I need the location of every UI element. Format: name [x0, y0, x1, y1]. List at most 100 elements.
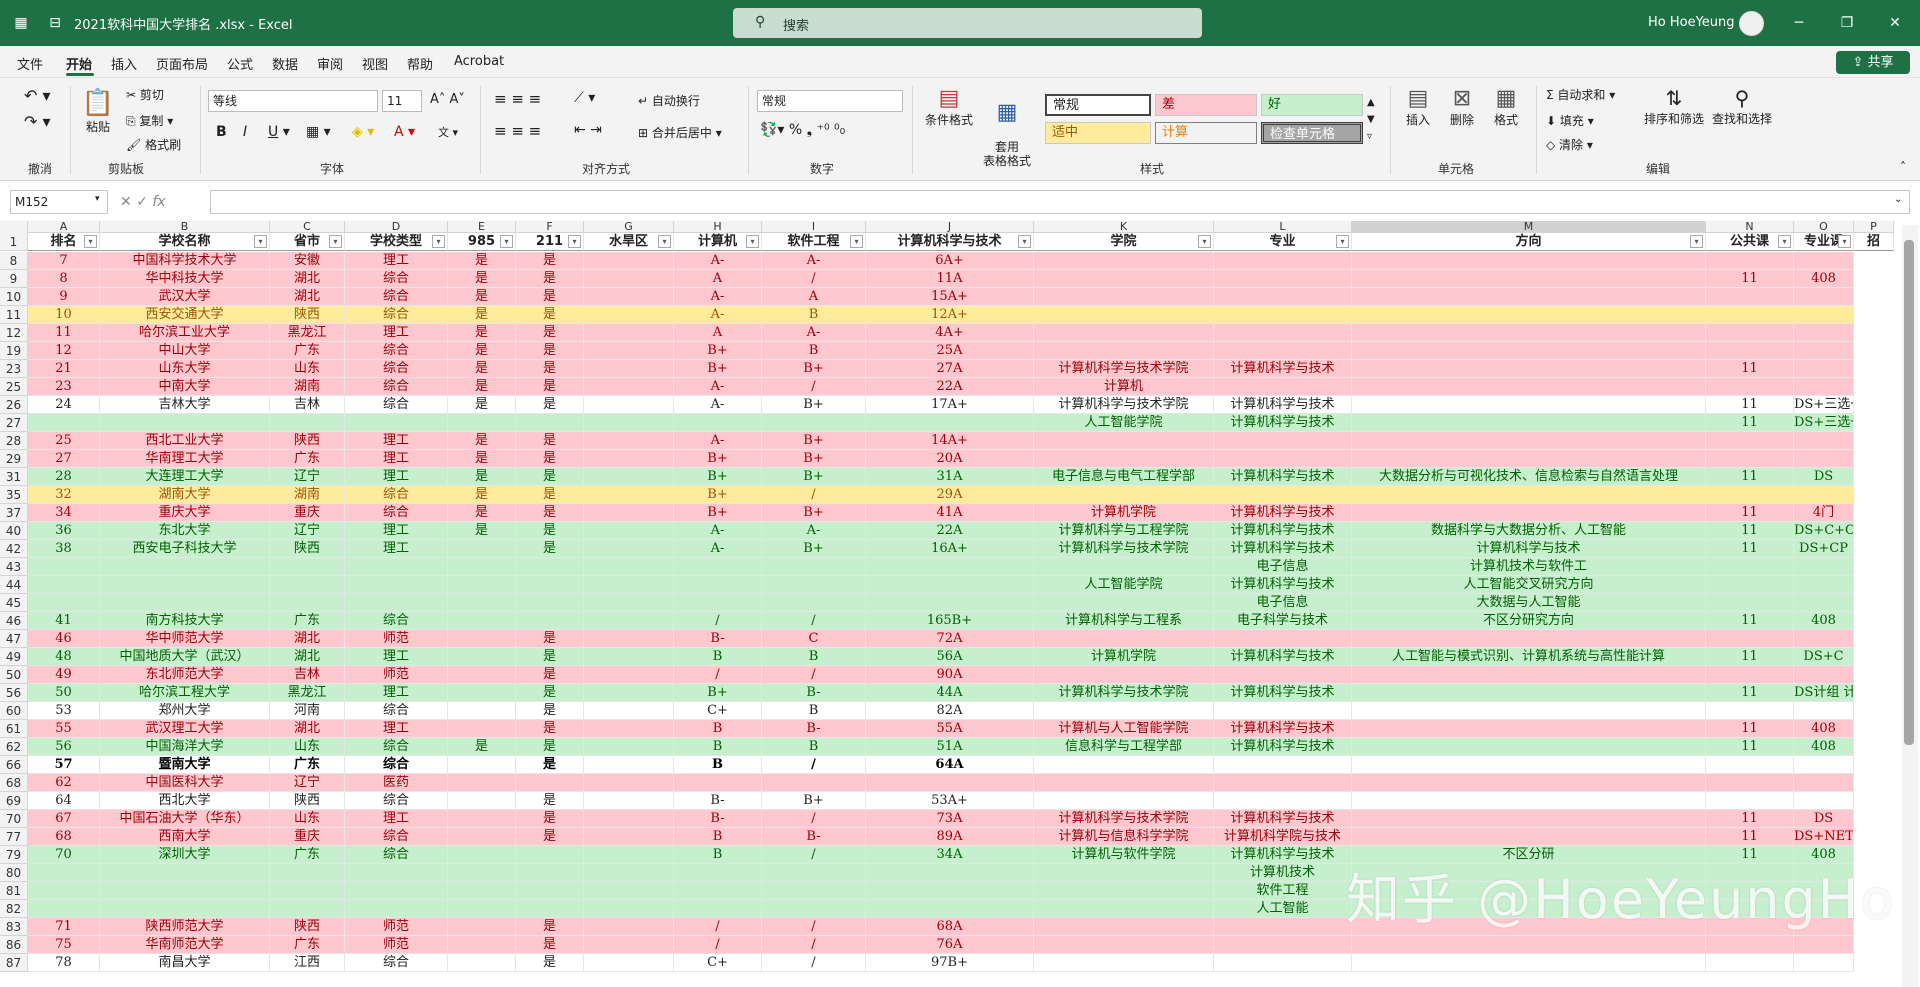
table-cell[interactable]: 陕西师范大学	[100, 918, 270, 936]
table-cell[interactable]	[866, 414, 1034, 432]
table-cell[interactable]: 西北工业大学	[100, 432, 270, 450]
table-cell[interactable]	[1706, 630, 1794, 648]
table-cell[interactable]: 电子信息与电气工程学部	[1034, 468, 1214, 486]
table-cell[interactable]	[1352, 684, 1706, 702]
fill-button[interactable]: ⬇ 填充 ▾	[1546, 112, 1594, 129]
table-cell[interactable]: B+	[674, 486, 762, 504]
table-cell[interactable]: 计算机科学与技术	[1214, 504, 1352, 522]
font-color-icon[interactable]: A ▾	[394, 124, 415, 140]
table-cell[interactable]: 大连理工大学	[100, 468, 270, 486]
row-header[interactable]: 1	[0, 233, 28, 251]
table-cell[interactable]: DS	[1794, 468, 1854, 486]
table-cell[interactable]: 11	[1706, 396, 1794, 414]
table-cell[interactable]	[866, 882, 1034, 900]
table-cell[interactable]	[1034, 882, 1214, 900]
table-cell[interactable]: 师范	[345, 936, 448, 954]
row-header[interactable]: 10	[0, 288, 28, 306]
table-cell[interactable]	[516, 594, 584, 612]
table-cell[interactable]: 是	[448, 432, 516, 450]
table-cell[interactable]	[100, 864, 270, 882]
table-cell[interactable]: A-	[674, 540, 762, 558]
table-cell[interactable]	[1794, 954, 1854, 972]
table-cell[interactable]: 华南理工大学	[100, 450, 270, 468]
table-cell[interactable]: 34A	[866, 846, 1034, 864]
table-cell[interactable]: 是	[448, 504, 516, 522]
table-cell[interactable]: 11	[1706, 612, 1794, 630]
style-good[interactable]: 好	[1261, 94, 1363, 116]
menu-insert[interactable]: 插入	[111, 54, 137, 73]
table-cell[interactable]	[516, 882, 584, 900]
table-cell[interactable]	[448, 684, 516, 702]
table-cell[interactable]: 11	[1706, 684, 1794, 702]
table-cell[interactable]	[584, 324, 674, 342]
table-cell[interactable]	[270, 558, 345, 576]
cut-button[interactable]: ✂ 剪切	[126, 86, 164, 103]
table-cell[interactable]: 是	[448, 378, 516, 396]
table-cell[interactable]: B+	[762, 360, 866, 378]
table-cell[interactable]: /	[762, 936, 866, 954]
table-cell[interactable]: 计算机与信息科学学院	[1034, 828, 1214, 846]
table-cell[interactable]: B+	[674, 342, 762, 360]
table-cell[interactable]	[1034, 936, 1214, 954]
table-cell[interactable]	[1034, 252, 1214, 270]
table-cell[interactable]: 广东	[270, 846, 345, 864]
table-cell[interactable]: 师范	[345, 918, 448, 936]
table-cell[interactable]: B	[762, 648, 866, 666]
table-cell[interactable]: 24	[28, 396, 100, 414]
table-cell[interactable]: 计算机科学与技术学院	[1034, 684, 1214, 702]
table-cell[interactable]: 76A	[866, 936, 1034, 954]
table-cell[interactable]: 电子科学与技术	[1214, 612, 1352, 630]
table-cell[interactable]: 56	[28, 738, 100, 756]
row-header[interactable]: 9	[0, 270, 28, 288]
table-cell[interactable]: 计算机科学与工程系	[1034, 612, 1214, 630]
table-cell[interactable]: 27	[28, 450, 100, 468]
table-cell[interactable]: A-	[762, 324, 866, 342]
table-cell[interactable]: 陕西	[270, 918, 345, 936]
table-cell[interactable]	[1214, 306, 1352, 324]
table-cell[interactable]: 华南师范大学	[100, 936, 270, 954]
table-cell[interactable]	[674, 594, 762, 612]
table-cell[interactable]	[584, 342, 674, 360]
table-cell[interactable]: 陕西	[270, 792, 345, 810]
table-cell[interactable]: /	[762, 270, 866, 288]
table-cell[interactable]: B+	[674, 468, 762, 486]
row-header[interactable]: 43	[0, 558, 28, 576]
table-cell[interactable]: 16A+	[866, 540, 1034, 558]
save-icon[interactable]: ⊟	[46, 14, 64, 32]
table-cell[interactable]	[1034, 756, 1214, 774]
table-cell[interactable]: 计算机科学与技术	[1214, 522, 1352, 540]
minimize-icon[interactable]: ─	[1788, 12, 1810, 34]
table-cell[interactable]: 理工	[345, 810, 448, 828]
row-header[interactable]: 70	[0, 810, 28, 828]
table-cell[interactable]: 计算机科学与技术	[1214, 576, 1352, 594]
table-cell[interactable]	[1352, 810, 1706, 828]
table-cell[interactable]: 71	[28, 918, 100, 936]
column-header[interactable]: J	[866, 221, 1034, 233]
table-cell[interactable]	[448, 828, 516, 846]
filter-dropdown-icon[interactable]: ▾	[432, 235, 445, 248]
table-cell[interactable]: B+	[762, 504, 866, 522]
find-select-button[interactable]: ⚲ 查找和选择	[1710, 86, 1774, 127]
table-cell[interactable]	[100, 414, 270, 432]
table-cell[interactable]: 师范	[345, 666, 448, 684]
table-cell[interactable]: 32	[28, 486, 100, 504]
table-cell[interactable]	[1794, 702, 1854, 720]
table-cell[interactable]	[1706, 486, 1794, 504]
table-cell[interactable]: B	[762, 738, 866, 756]
table-cell[interactable]: 11	[1706, 414, 1794, 432]
table-cell[interactable]	[584, 360, 674, 378]
table-cell[interactable]: 计算机科学与技术	[1214, 360, 1352, 378]
table-cell[interactable]: 25A	[866, 342, 1034, 360]
table-cell[interactable]: 理工	[345, 252, 448, 270]
menu-file[interactable]: 文件	[17, 54, 43, 73]
table-cell[interactable]: 72A	[866, 630, 1034, 648]
table-cell[interactable]	[1706, 342, 1794, 360]
table-cell[interactable]	[1352, 270, 1706, 288]
table-cell[interactable]: 是	[448, 486, 516, 504]
autosum-button[interactable]: Σ 自动求和 ▾	[1546, 86, 1615, 103]
table-cell[interactable]: 综合	[345, 486, 448, 504]
table-cell[interactable]: A-	[762, 522, 866, 540]
table-cell[interactable]	[448, 756, 516, 774]
table-cell[interactable]: 41	[28, 612, 100, 630]
table-cell[interactable]: 34	[28, 504, 100, 522]
